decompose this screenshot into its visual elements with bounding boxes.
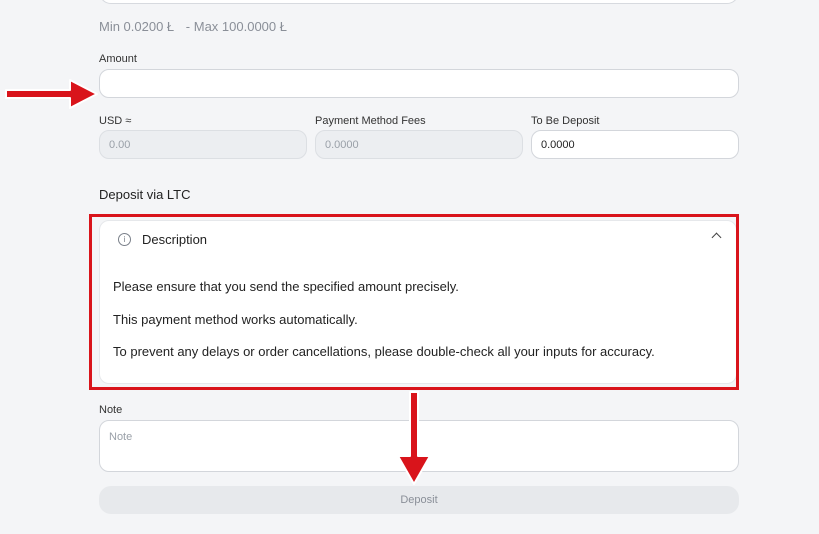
arrow-right-icon [5,79,431,485]
arrow-down-icon [397,391,431,485]
